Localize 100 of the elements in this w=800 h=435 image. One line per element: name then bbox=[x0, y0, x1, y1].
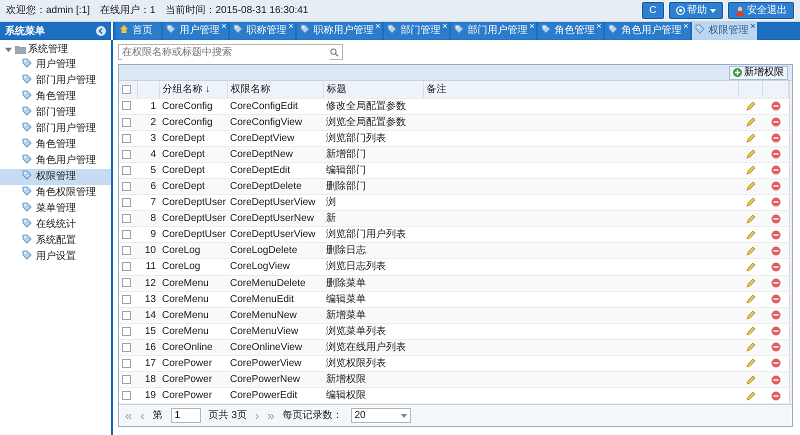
checkbox[interactable] bbox=[122, 101, 131, 110]
edit-icon[interactable] bbox=[746, 262, 756, 272]
checkbox[interactable] bbox=[122, 214, 131, 224]
delete-icon[interactable] bbox=[770, 133, 780, 144]
checkbox[interactable] bbox=[122, 166, 131, 175]
sidebar-item[interactable]: 在线统计 bbox=[0, 216, 111, 232]
tab[interactable]: 职称用户管理 × bbox=[296, 22, 382, 40]
checkbox[interactable] bbox=[122, 358, 131, 368]
edit-icon[interactable] bbox=[746, 133, 756, 144]
tab[interactable]: 职称管理 × bbox=[230, 22, 294, 40]
delete-icon[interactable] bbox=[770, 230, 780, 240]
sidebar-item[interactable]: 角色权限管理 bbox=[0, 184, 111, 200]
delete-icon[interactable] bbox=[770, 117, 780, 127]
checkbox[interactable] bbox=[122, 294, 131, 304]
edit-icon[interactable] bbox=[746, 165, 756, 176]
checkbox[interactable] bbox=[122, 182, 131, 191]
tab[interactable]: 角色用户管理 × bbox=[604, 22, 690, 40]
edit-icon[interactable] bbox=[746, 181, 756, 192]
delete-icon[interactable] bbox=[770, 310, 780, 320]
edit-icon[interactable] bbox=[746, 358, 756, 368]
checkbox[interactable] bbox=[122, 198, 131, 207]
page-size-select[interactable]: 20 bbox=[350, 408, 410, 424]
delete-icon[interactable] bbox=[770, 246, 780, 256]
edit-icon[interactable] bbox=[746, 230, 756, 240]
delete-icon[interactable] bbox=[770, 390, 780, 401]
sidebar-item[interactable]: 用户设置 bbox=[0, 248, 111, 264]
delete-icon[interactable] bbox=[770, 165, 780, 176]
refresh-button[interactable]: C bbox=[642, 2, 664, 19]
column-header[interactable]: 标题 bbox=[326, 84, 346, 95]
caret-icon bbox=[400, 414, 406, 418]
delete-icon[interactable] bbox=[770, 214, 780, 224]
edit-icon[interactable] bbox=[746, 342, 756, 352]
tab[interactable]: 首页 bbox=[116, 22, 160, 40]
edit-icon[interactable] bbox=[746, 326, 756, 336]
sidebar-item[interactable]: 权限管理 bbox=[0, 168, 111, 184]
edit-icon[interactable] bbox=[746, 149, 756, 160]
checkbox[interactable] bbox=[122, 134, 131, 143]
column-header[interactable]: 备注 bbox=[426, 84, 446, 95]
delete-icon[interactable] bbox=[770, 342, 780, 352]
tab[interactable]: 角色管理 × bbox=[538, 22, 602, 40]
checkbox[interactable] bbox=[122, 84, 131, 94]
table-cell: CoreMenuNew bbox=[230, 310, 297, 321]
page-input[interactable]: 1 bbox=[170, 408, 201, 424]
sidebar-item[interactable]: 用户管理 bbox=[0, 56, 111, 72]
edit-icon[interactable] bbox=[746, 117, 756, 127]
delete-icon[interactable] bbox=[770, 149, 780, 160]
delete-icon[interactable] bbox=[770, 278, 780, 288]
edit-icon[interactable] bbox=[746, 100, 756, 111]
sidebar-item[interactable]: 角色管理 bbox=[0, 136, 111, 152]
checkbox[interactable] bbox=[122, 375, 131, 384]
logout-button[interactable]: 安全退出 bbox=[728, 2, 794, 19]
checkbox[interactable] bbox=[122, 310, 131, 320]
delete-icon[interactable] bbox=[770, 326, 780, 336]
tab[interactable]: 部门管理 × bbox=[384, 22, 448, 40]
help-button[interactable]: 帮助 bbox=[668, 2, 722, 19]
tab[interactable]: 部门用户管理 × bbox=[450, 22, 536, 40]
table-cell: CoreDeptUserView bbox=[230, 229, 316, 240]
checkbox[interactable] bbox=[122, 118, 131, 126]
edit-icon[interactable] bbox=[746, 390, 756, 401]
sidebar-item[interactable]: 系统配置 bbox=[0, 232, 111, 248]
delete-icon[interactable] bbox=[770, 374, 780, 384]
edit-icon[interactable] bbox=[746, 246, 756, 256]
table-cell: CoreLogView bbox=[230, 261, 290, 272]
folder-icon bbox=[14, 45, 26, 54]
checkbox[interactable] bbox=[122, 230, 131, 240]
collapse-icon[interactable] bbox=[96, 26, 106, 36]
checkbox[interactable] bbox=[122, 246, 131, 256]
checkbox[interactable] bbox=[122, 278, 131, 288]
delete-icon[interactable] bbox=[770, 181, 780, 192]
checkbox[interactable] bbox=[122, 262, 131, 272]
delete-icon[interactable] bbox=[770, 262, 780, 272]
tab[interactable]: 权限管理 × bbox=[692, 22, 756, 40]
sidebar-item[interactable]: 菜单管理 bbox=[0, 200, 111, 216]
checkbox[interactable] bbox=[122, 391, 131, 400]
sidebar-item[interactable]: 部门管理 bbox=[0, 104, 111, 120]
table-cell: CoreDeptNew bbox=[230, 148, 293, 160]
delete-icon[interactable] bbox=[770, 197, 780, 208]
tab[interactable]: 用户管理 × bbox=[162, 22, 228, 40]
delete-icon[interactable] bbox=[770, 100, 780, 111]
sidebar-item[interactable]: 部门用户管理 bbox=[0, 120, 111, 136]
row-number: 8 bbox=[150, 213, 156, 224]
sidebar-item[interactable]: 角色用户管理 bbox=[0, 152, 111, 168]
edit-icon[interactable] bbox=[746, 374, 756, 384]
delete-icon[interactable] bbox=[770, 294, 780, 304]
sidebar-item[interactable]: 部门用户管理 bbox=[0, 72, 111, 88]
checkbox[interactable] bbox=[122, 150, 131, 159]
add-button[interactable]: 新增权限 bbox=[728, 66, 788, 80]
search-icon[interactable] bbox=[330, 48, 339, 56]
tree-node[interactable]: 系统管理 bbox=[28, 42, 68, 57]
checkbox[interactable] bbox=[122, 342, 131, 352]
sidebar-item[interactable]: 角色管理 bbox=[0, 88, 111, 104]
checkbox[interactable] bbox=[122, 326, 131, 336]
edit-icon[interactable] bbox=[746, 278, 756, 288]
delete-icon[interactable] bbox=[770, 358, 780, 368]
expand-icon[interactable] bbox=[5, 46, 12, 53]
edit-icon[interactable] bbox=[746, 197, 756, 208]
edit-icon[interactable] bbox=[746, 310, 756, 320]
edit-icon[interactable] bbox=[746, 294, 756, 304]
edit-icon[interactable] bbox=[746, 214, 756, 224]
search-field[interactable]: 在权限名称或标题中搜索 bbox=[118, 44, 343, 60]
